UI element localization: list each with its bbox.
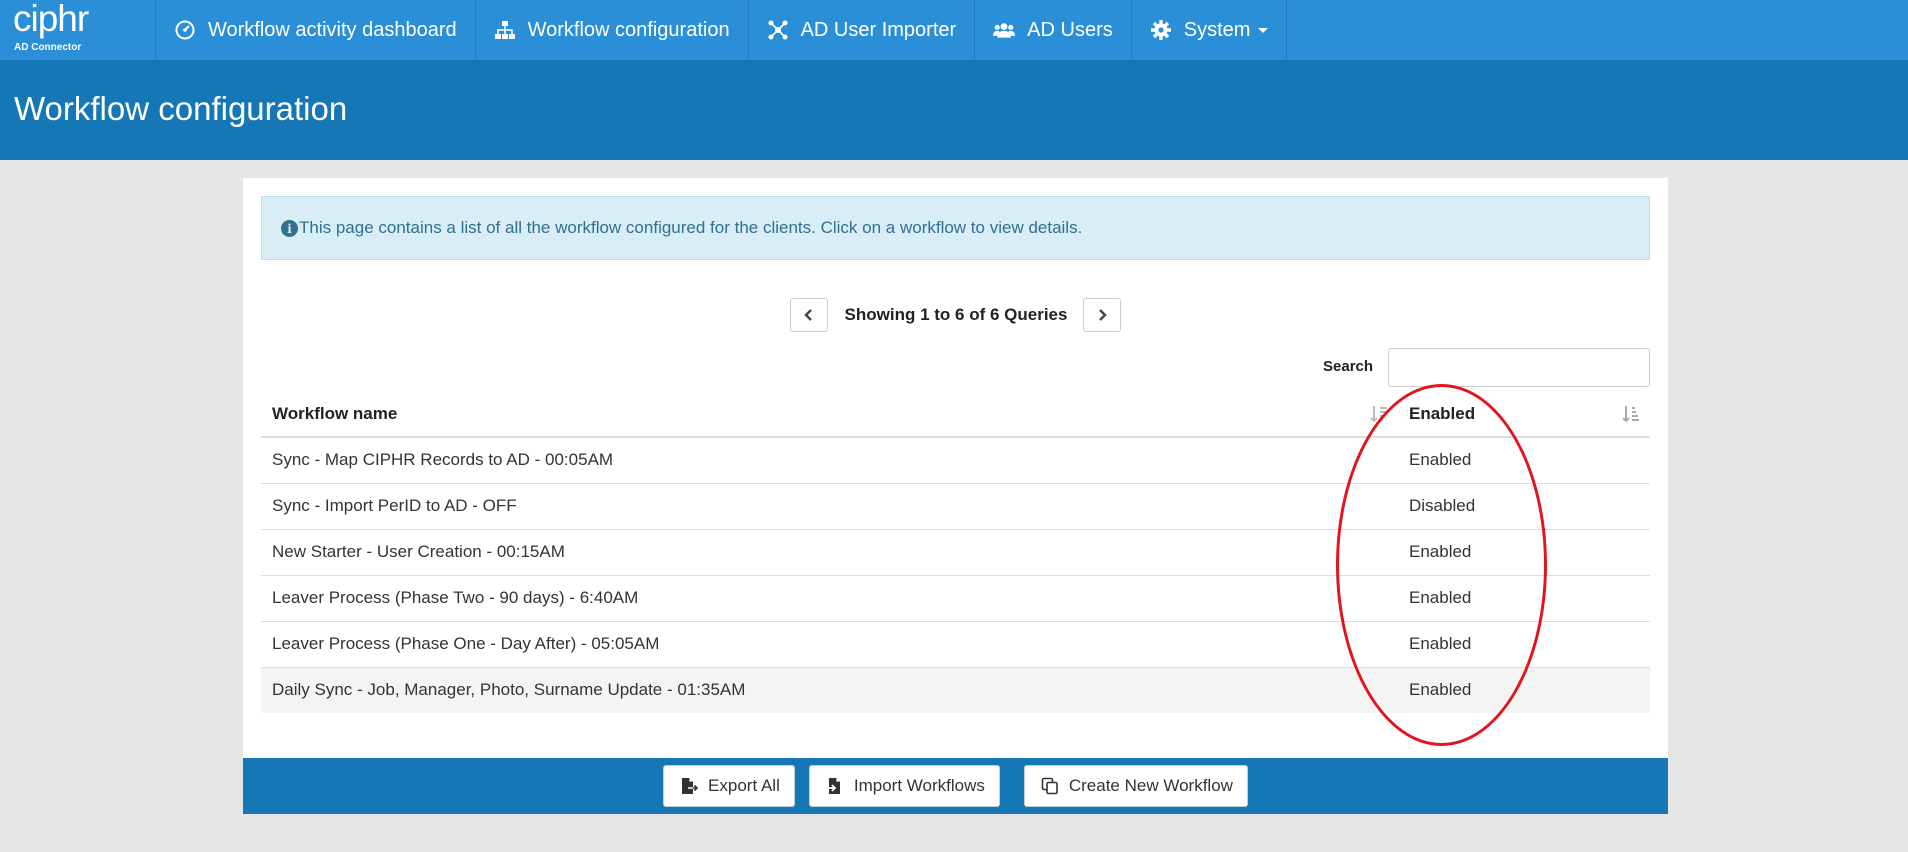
import-workflows-label: Import Workflows bbox=[853, 776, 985, 795]
workflow-name-cell[interactable]: Sync - Map CIPHR Records to AD - 00:05AM bbox=[261, 436, 1398, 483]
gear-icon bbox=[1150, 19, 1172, 41]
export-all-label: Export All bbox=[708, 776, 780, 795]
nav-item-label: AD Users bbox=[1027, 18, 1113, 41]
column-header-label: Enabled bbox=[1409, 403, 1476, 423]
nav-item-system[interactable]: System bbox=[1132, 0, 1288, 60]
export-all-button[interactable]: Export All bbox=[663, 765, 795, 807]
file-import-icon bbox=[826, 777, 844, 795]
pagination: Showing 1 to 6 of 6 Queries bbox=[243, 298, 1668, 332]
chevron-right-icon bbox=[1099, 309, 1108, 321]
workflow-name-cell[interactable]: Daily Sync - Job, Manager, Photo, Surnam… bbox=[261, 666, 1398, 713]
nav-item-ad-users[interactable]: AD Users bbox=[975, 0, 1132, 60]
brand-subtitle: AD Connector bbox=[14, 42, 82, 53]
enabled-status-cell: Enabled bbox=[1398, 436, 1650, 483]
workflow-name-cell[interactable]: Leaver Process (Phase Two - 90 days) - 6… bbox=[261, 574, 1398, 621]
footer-action-bar: Export All Import Workflows Create New W… bbox=[243, 758, 1668, 814]
top-navbar: ciphr AD Connector Workflow activity das… bbox=[0, 0, 1908, 60]
nav-item-label: AD User Importer bbox=[800, 18, 957, 41]
chevron-down-icon bbox=[1258, 27, 1269, 33]
file-export-icon bbox=[680, 777, 699, 795]
workflow-table: Workflow name Enabled Sync - Map CIPHR R… bbox=[261, 391, 1650, 713]
copy-icon bbox=[1041, 777, 1059, 795]
dashboard-icon bbox=[174, 19, 196, 41]
search-label: Search bbox=[1323, 358, 1374, 375]
column-header-workflow-name[interactable]: Workflow name bbox=[261, 391, 1398, 438]
previous-page-button[interactable] bbox=[789, 298, 828, 332]
sort-icon[interactable] bbox=[1370, 405, 1388, 423]
create-new-workflow-button[interactable]: Create New Workflow bbox=[1023, 765, 1248, 807]
nav-item-label: Workflow configuration bbox=[527, 18, 730, 41]
brand-logo[interactable]: ciphr AD Connector bbox=[0, 0, 156, 60]
next-page-button[interactable] bbox=[1083, 298, 1122, 332]
enabled-status-cell: Enabled bbox=[1398, 528, 1650, 575]
enabled-status-cell: Enabled bbox=[1398, 666, 1650, 713]
workflow-name-cell[interactable]: Sync - Import PerID to AD - OFF bbox=[261, 482, 1398, 529]
nav-item-label: System bbox=[1183, 18, 1251, 41]
info-icon: i bbox=[281, 220, 298, 237]
table-row[interactable]: Sync - Import PerID to AD - OFF Disabled bbox=[261, 482, 1650, 529]
enabled-status-cell: Enabled bbox=[1398, 620, 1650, 667]
network-icon bbox=[767, 19, 789, 41]
nav-item-workflow-activity-dashboard[interactable]: Workflow activity dashboard bbox=[156, 0, 476, 60]
page-header: Workflow configuration bbox=[0, 60, 1908, 160]
sitemap-icon bbox=[494, 19, 516, 41]
brand-wordmark: ciphr bbox=[13, 0, 89, 39]
table-header-row: Workflow name Enabled bbox=[261, 391, 1650, 438]
nav-item-ad-user-importer[interactable]: AD User Importer bbox=[749, 0, 976, 60]
workflow-name-cell[interactable]: Leaver Process (Phase One - Day After) -… bbox=[261, 620, 1398, 667]
info-alert: i This page contains a list of all the w… bbox=[261, 196, 1650, 260]
column-header-label: Workflow name bbox=[272, 403, 398, 423]
table-row[interactable]: Sync - Map CIPHR Records to AD - 00:05AM… bbox=[261, 436, 1650, 483]
table-row[interactable]: Daily Sync - Job, Manager, Photo, Surnam… bbox=[261, 666, 1650, 713]
sort-icon[interactable] bbox=[1622, 405, 1640, 423]
main-panel: i This page contains a list of all the w… bbox=[243, 178, 1668, 758]
nav-item-workflow-configuration[interactable]: Workflow configuration bbox=[476, 0, 749, 60]
pagination-status: Showing 1 to 6 of 6 Queries bbox=[844, 305, 1068, 324]
table-row[interactable]: Leaver Process (Phase Two - 90 days) - 6… bbox=[261, 574, 1650, 621]
column-header-enabled[interactable]: Enabled bbox=[1398, 391, 1650, 438]
search-input[interactable] bbox=[1388, 348, 1650, 387]
page-title: Workflow configuration bbox=[14, 90, 348, 127]
nav-item-label: Workflow activity dashboard bbox=[208, 18, 457, 41]
chevron-left-icon bbox=[803, 309, 812, 321]
workflow-name-cell[interactable]: New Starter - User Creation - 00:15AM bbox=[261, 528, 1398, 575]
users-icon bbox=[993, 19, 1016, 41]
create-new-workflow-label: Create New Workflow bbox=[1068, 776, 1233, 795]
table-row[interactable]: New Starter - User Creation - 00:15AM En… bbox=[261, 528, 1650, 575]
import-workflows-button[interactable]: Import Workflows bbox=[808, 765, 1000, 807]
info-text: This page contains a list of all the wor… bbox=[299, 218, 1083, 237]
table-row[interactable]: Leaver Process (Phase One - Day After) -… bbox=[261, 620, 1650, 667]
enabled-status-cell: Enabled bbox=[1398, 574, 1650, 621]
enabled-status-cell: Disabled bbox=[1398, 482, 1650, 529]
